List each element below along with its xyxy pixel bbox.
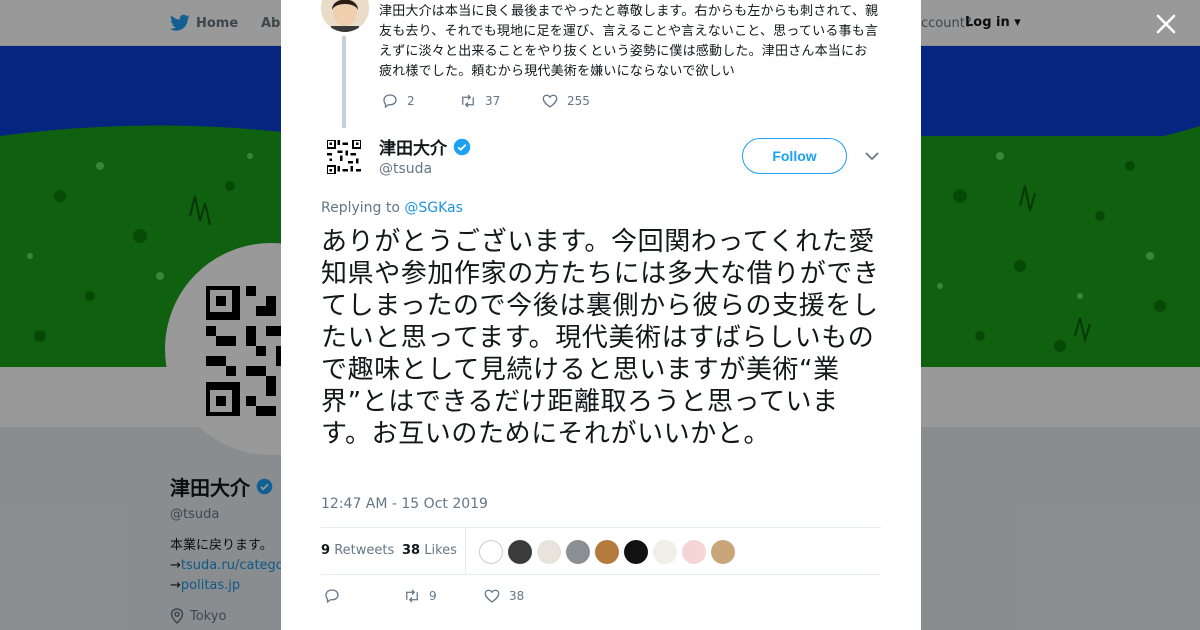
liker-avatar[interactable] <box>653 540 677 564</box>
like-stat[interactable]: 38 Likes <box>402 543 457 558</box>
parent-tweet-avatar[interactable] <box>321 0 369 32</box>
person-avatar-image <box>321 0 369 32</box>
tweet-timestamp[interactable]: 12:47 AM - 15 Oct 2019 <box>321 496 488 512</box>
author-name-row[interactable]: 津田大介 <box>379 134 471 159</box>
liker-avatar[interactable] <box>624 540 648 564</box>
like-count: 38 <box>509 589 525 603</box>
liker-avatar[interactable] <box>682 540 706 564</box>
reply-icon <box>325 589 339 604</box>
author-avatar[interactable] <box>327 140 361 174</box>
verified-badge-icon <box>453 138 471 155</box>
retweet-icon <box>406 589 418 603</box>
retweet-stat-count: 9 <box>321 543 331 558</box>
parent-retweet-button[interactable]: 37 <box>459 92 541 110</box>
replying-to-line: Replying to @SGKas <box>321 200 463 216</box>
parent-reply-count: 2 <box>407 94 415 108</box>
chevron-down-icon[interactable] <box>864 150 880 162</box>
replying-to-prefix: Replying to <box>321 200 400 216</box>
parent-tweet[interactable]: 津田大介は本当に良く最後までやったと尊敬します。右からも左からも刺されて、親友も… <box>281 0 921 128</box>
liker-avatar[interactable] <box>711 540 735 564</box>
like-stat-count: 38 <box>402 543 421 558</box>
tweet-text: ありがとうございます。今回関わってくれた愛知県や参加作家の方たちには多大な借りが… <box>321 227 880 449</box>
stats-divider <box>465 528 466 574</box>
like-icon <box>542 94 558 108</box>
liker-avatar[interactable] <box>479 540 503 564</box>
close-icon[interactable] <box>1154 12 1178 36</box>
retweet-stat-label: Retweets <box>334 543 395 558</box>
parent-tweet-text: 津田大介は本当に良く最後までやったと尊敬します。右からも左からも刺されて、親友も… <box>379 4 879 79</box>
follow-button[interactable]: Follow <box>742 138 847 174</box>
tweet-actions: 9 38 <box>323 587 524 605</box>
tweet-author-header: 津田大介 @tsuda Follow <box>321 134 881 182</box>
author-handle[interactable]: @tsuda <box>379 161 432 177</box>
retweet-count: 9 <box>429 589 437 603</box>
liker-avatar[interactable] <box>595 540 619 564</box>
parent-like-count: 255 <box>567 94 590 108</box>
liker-avatar[interactable] <box>537 540 561 564</box>
replying-to-handle[interactable]: @SGKas <box>404 200 463 216</box>
like-button[interactable]: 38 <box>483 587 524 605</box>
like-icon <box>484 589 500 603</box>
like-stat-label: Likes <box>424 543 457 558</box>
retweet-button[interactable]: 9 <box>403 587 483 605</box>
tweet-modal: 津田大介は本当に良く最後までやったと尊敬します。右からも左からも刺されて、親友も… <box>281 0 921 630</box>
liker-avatar[interactable] <box>566 540 590 564</box>
parent-like-button[interactable]: 255 <box>541 92 590 110</box>
thread-connector-line <box>342 36 346 128</box>
liker-avatars <box>479 540 735 564</box>
parent-reply-button[interactable]: 2 <box>381 92 459 110</box>
author-name: 津田大介 <box>379 139 447 159</box>
parent-tweet-actions: 2 37 255 <box>381 92 590 110</box>
liker-avatar[interactable] <box>508 540 532 564</box>
retweet-icon <box>462 94 474 108</box>
tweet-stats: 9 Retweets 38 Likes <box>321 527 881 575</box>
reply-icon <box>383 94 397 109</box>
reply-button[interactable] <box>323 587 403 605</box>
retweet-stat[interactable]: 9 Retweets <box>321 543 394 558</box>
parent-retweet-count: 37 <box>485 94 501 108</box>
